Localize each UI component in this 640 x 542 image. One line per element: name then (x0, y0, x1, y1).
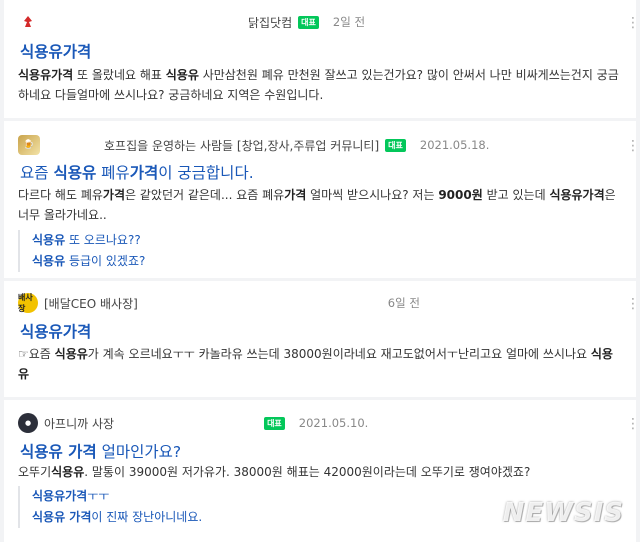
cafe-name[interactable]: 닭집닷컴 (248, 14, 292, 31)
search-result-card: 🍺 호프집을 운영하는 사람들 [창업,장사,주류업 커뮤니티] 대표 2021… (4, 121, 640, 278)
featured-badge: 대표 (264, 416, 285, 430)
result-header: 배사장 [배달CEO 배사장] 6일 전 (18, 292, 626, 314)
comment-link[interactable]: 식용유 등급이 있겠죠? (32, 251, 258, 272)
post-snippet: 식용유가격 또 올랐네요 해표 식용유 사만삼천원 폐유 만천원 잘쓰고 있는건… (18, 68, 619, 102)
more-vertical-icon[interactable]: ⋮ (626, 16, 640, 30)
post-snippet: ☞요즘 식용유가 계속 오르네요ㅜㅜ 카놀라유 쓰는데 38000원이라네요 재… (18, 347, 613, 381)
more-vertical-icon[interactable]: ⋮ (626, 139, 640, 153)
apeunikka-logo-icon: ● (24, 419, 32, 427)
post-title[interactable]: 식용유가격 (20, 40, 91, 62)
hof-logo-icon: 🍺 (23, 140, 35, 150)
comment-list: 식용유 또 오르나요?? 식용유 등급이 있겠죠? (18, 230, 258, 272)
post-title[interactable]: 식용유가격 (20, 320, 91, 342)
post-date: 2021.05.10. (298, 416, 369, 430)
chicken-logo-icon (24, 16, 32, 27)
result-header: ● 아프니까 사장 대표 2021.05.10. (18, 412, 626, 434)
post-title[interactable]: 식용유 가격 얼마인가요? (20, 440, 181, 462)
cafe-avatar[interactable]: ● (18, 413, 38, 433)
cafe-name[interactable]: [배달CEO 배사장] (44, 295, 138, 312)
featured-badge: 대표 (385, 138, 406, 152)
cafe-name[interactable]: 호프집을 운영하는 사람들 [창업,장사,주류업 커뮤니티] (104, 137, 379, 154)
comment-link[interactable]: 식용유 또 오르나요?? (32, 230, 258, 251)
post-title[interactable]: 요즘 식용유 폐유가격이 궁금합니다. (20, 161, 254, 183)
baesajang-logo-icon: 배사장 (18, 293, 33, 313)
featured-badge: 대표 (298, 15, 319, 29)
post-date: 2021.05.18. (419, 138, 490, 152)
cafe-avatar[interactable]: 🍺 (18, 135, 40, 155)
post-date: 6일 전 (387, 296, 420, 310)
comment-list: 식용유가격ㅜㅜ 식용유 가격이 진짜 장난아니네요. (18, 486, 258, 528)
result-header: 🍺 호프집을 운영하는 사람들 [창업,장사,주류업 커뮤니티] 대표 2021… (18, 134, 626, 156)
cafe-avatar[interactable]: 배사장 (18, 293, 38, 313)
post-snippet: 다르다 해도 폐유가격은 같았던거 같은데... 요즘 폐유가격 얼마씩 받으시… (18, 188, 616, 222)
more-vertical-icon[interactable]: ⋮ (626, 417, 640, 431)
cafe-name[interactable]: 아프니까 사장 (44, 415, 114, 432)
newsis-watermark: NEWSIS (502, 498, 624, 528)
comment-link[interactable]: 식용유가격ㅜㅜ (32, 486, 258, 507)
post-date: 2일 전 (332, 15, 366, 29)
cafe-avatar[interactable] (18, 12, 38, 32)
more-vertical-icon[interactable]: ⋮ (626, 297, 640, 311)
comment-link[interactable]: 식용유 가격이 진짜 장난아니네요. (32, 507, 258, 528)
search-result-card: 배사장 [배달CEO 배사장] 6일 전 ⋮ 식용유가격 ☞요즘 식용유가 계속… (4, 281, 640, 397)
search-result-card: 닭집닷컴 대표 2일 전 ⋮ 식용유가격 식용유가격 또 올랐네요 해표 식용유… (4, 0, 640, 118)
result-header: 닭집닷컴 대표 2일 전 (18, 11, 626, 33)
post-snippet: 오뚜기식용유. 말통이 39000원 저가유가. 38000원 해표는 4200… (18, 465, 531, 479)
